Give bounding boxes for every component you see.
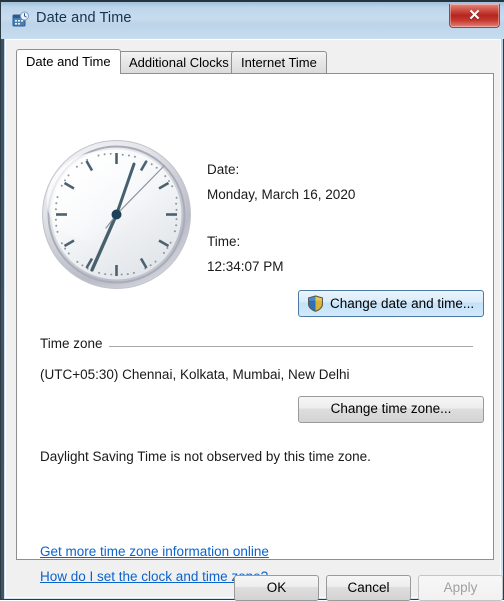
change-date-and-time-label: Change date and time... — [330, 296, 475, 311]
change-date-and-time-button[interactable]: Change date and time... — [298, 290, 484, 317]
dialog-window: Date and Time ✕ Date and Time Additional… — [0, 0, 504, 601]
tab-strip: Date and Time Additional Clocks Internet… — [16, 49, 494, 74]
time-zone-value: (UTC+05:30) Chennai, Kolkata, Mumbai, Ne… — [40, 367, 350, 382]
cancel-button[interactable]: Cancel — [326, 575, 411, 601]
tab-panel-date-and-time: Date: Monday, March 16, 2020 Time: 12:34… — [16, 73, 494, 584]
close-button[interactable]: ✕ — [449, 4, 500, 28]
analog-clock — [40, 138, 193, 291]
title-bar[interactable]: Date and Time ✕ — [1, 2, 504, 39]
link-time-zone-info[interactable]: Get more time zone information online — [40, 544, 269, 559]
time-label: Time: — [207, 234, 241, 249]
ok-button[interactable]: OK — [234, 575, 319, 601]
uac-shield-icon — [307, 295, 324, 312]
window-title: Date and Time — [36, 10, 132, 26]
apply-button-label: Apply — [443, 580, 478, 595]
tab-additional-clocks[interactable]: Additional Clocks — [119, 51, 239, 73]
apply-button: Apply — [418, 575, 503, 601]
time-zone-group-label: Time zone — [40, 336, 109, 351]
change-time-zone-label: Change time zone... — [330, 401, 452, 416]
dialog-client-area: Date and Time Additional Clocks Internet… — [5, 39, 503, 601]
time-value: 12:34:07 PM — [207, 259, 284, 274]
tab-date-and-time[interactable]: Date and Time — [16, 49, 121, 74]
close-icon: ✕ — [468, 7, 481, 24]
cancel-button-label: Cancel — [347, 580, 390, 595]
date-value: Monday, March 16, 2020 — [207, 187, 356, 202]
date-time-icon — [12, 11, 30, 29]
tab-internet-time[interactable]: Internet Time — [231, 51, 327, 73]
daylight-saving-note: Daylight Saving Time is not observed by … — [40, 449, 371, 464]
ok-button-label: OK — [266, 580, 287, 595]
change-time-zone-button[interactable]: Change time zone... — [298, 396, 484, 423]
date-label: Date: — [207, 162, 240, 177]
